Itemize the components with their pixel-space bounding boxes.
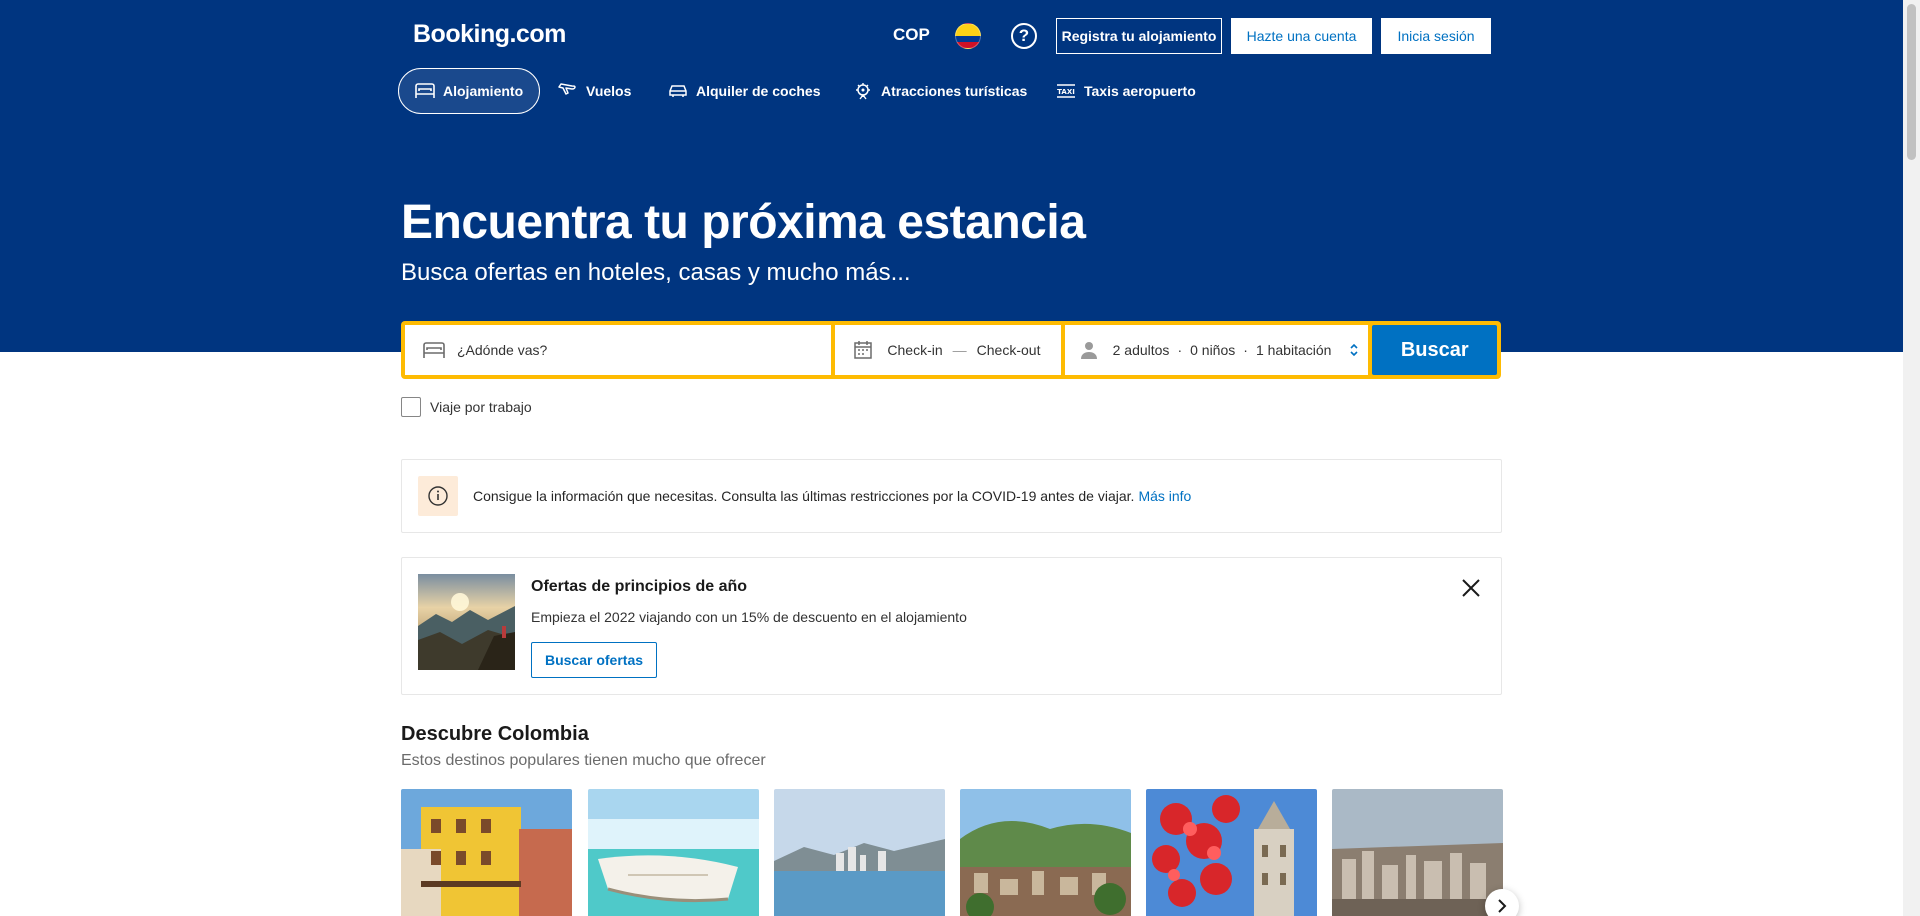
- section-subtitle: Estos destinos populares tienen mucho qu…: [401, 752, 766, 769]
- covid-notice: Consigue la información que necesitas. C…: [401, 459, 1502, 533]
- nav-item-flights[interactable]: Vuelos: [558, 68, 631, 114]
- nav-item-airport-taxis[interactable]: TAXI Taxis aeropuerto: [1056, 68, 1196, 114]
- guests-separator: ·: [1243, 342, 1248, 358]
- plane-icon: [558, 83, 576, 95]
- nav-item-label: Atracciones turísticas: [881, 83, 1028, 99]
- page-title: Encuentra tu próxima estancia: [401, 196, 1086, 249]
- date-picker[interactable]: Check-in — Check-out: [835, 325, 1061, 375]
- page-subtitle: Busca ofertas en hoteles, casas y mucho …: [401, 259, 911, 286]
- destination-card[interactable]: [401, 789, 572, 916]
- nav-item-car-rental[interactable]: Alquiler de coches: [668, 68, 820, 114]
- work-trip-label: Viaje por trabajo: [430, 399, 532, 415]
- search-button[interactable]: Buscar: [1372, 325, 1497, 375]
- destination-input[interactable]: [457, 342, 817, 358]
- offer-description: Empieza el 2022 viajando con un 15% de d…: [531, 609, 967, 625]
- covid-text: Consigue la información que necesitas. C…: [473, 488, 1135, 504]
- scrollbar-thumb[interactable]: [1907, 4, 1916, 160]
- bed-icon: [415, 83, 435, 98]
- chevron-updown-icon: [1350, 343, 1359, 357]
- nav-item-attractions[interactable]: Atracciones turísticas: [853, 68, 1027, 114]
- guests-selector[interactable]: 2 adultos · 0 niños · 1 habitación: [1064, 325, 1369, 375]
- checkout-label: Check-out: [976, 342, 1041, 358]
- offer-banner: Ofertas de principios de año Empieza el …: [401, 557, 1502, 695]
- nav-item-stays[interactable]: Alojamiento: [398, 68, 541, 114]
- destination-card[interactable]: [774, 789, 945, 916]
- chevron-right-icon: [1498, 899, 1507, 913]
- destination-card[interactable]: [1332, 789, 1503, 916]
- car-icon: [669, 85, 687, 97]
- destination-card[interactable]: [1146, 789, 1317, 916]
- info-icon: [418, 476, 458, 516]
- header: Booking.com COP ? Registra tu alojamient…: [0, 0, 1903, 352]
- person-icon: [1080, 342, 1097, 359]
- nav-item-label: Taxis aeropuerto: [1084, 83, 1196, 99]
- nav-item-label: Alquiler de coches: [696, 83, 821, 99]
- taxi-icon: TAXI: [1057, 84, 1075, 98]
- destination-card[interactable]: [588, 789, 759, 916]
- attraction-icon: [856, 83, 870, 100]
- section-title: Descubre Colombia: [401, 723, 589, 745]
- language-flag-icon[interactable]: [955, 23, 981, 49]
- nav-item-label: Alojamiento: [443, 83, 524, 99]
- destination-card[interactable]: [960, 789, 1131, 916]
- bed-icon: [423, 342, 445, 358]
- carousel-next-button[interactable]: [1485, 889, 1519, 916]
- svg-text:TAXI: TAXI: [1057, 88, 1075, 96]
- date-separator: —: [952, 342, 967, 358]
- work-trip-checkbox[interactable]: Viaje por trabajo: [401, 397, 532, 417]
- close-icon[interactable]: [1459, 576, 1483, 600]
- register-property-button[interactable]: Registra tu alojamiento: [1056, 18, 1222, 54]
- offer-image: [418, 574, 515, 670]
- search-offers-button[interactable]: Buscar ofertas: [531, 642, 657, 678]
- adults-count: 2 adultos: [1112, 342, 1170, 358]
- help-icon[interactable]: ?: [1011, 23, 1037, 49]
- checkin-label: Check-in: [887, 342, 943, 358]
- checkbox[interactable]: [401, 397, 421, 417]
- calendar-icon: [854, 341, 873, 359]
- rooms-count: 1 habitación: [1255, 342, 1332, 358]
- search-bar: Check-in — Check-out 2 adultos · 0 niños…: [401, 321, 1501, 379]
- login-button[interactable]: Inicia sesión: [1381, 18, 1491, 54]
- page-scrollbar[interactable]: [1903, 0, 1920, 916]
- children-count: 0 niños: [1190, 342, 1236, 358]
- destination-field[interactable]: [405, 325, 832, 375]
- more-info-link[interactable]: Más info: [1138, 488, 1191, 504]
- signup-button[interactable]: Hazte una cuenta: [1231, 18, 1372, 54]
- offer-title: Ofertas de principios de año: [531, 578, 748, 595]
- currency-selector[interactable]: COP: [893, 25, 930, 45]
- guests-separator: ·: [1177, 342, 1183, 358]
- nav-item-label: Vuelos: [586, 83, 632, 99]
- booking-logo[interactable]: Booking.com: [413, 20, 566, 49]
